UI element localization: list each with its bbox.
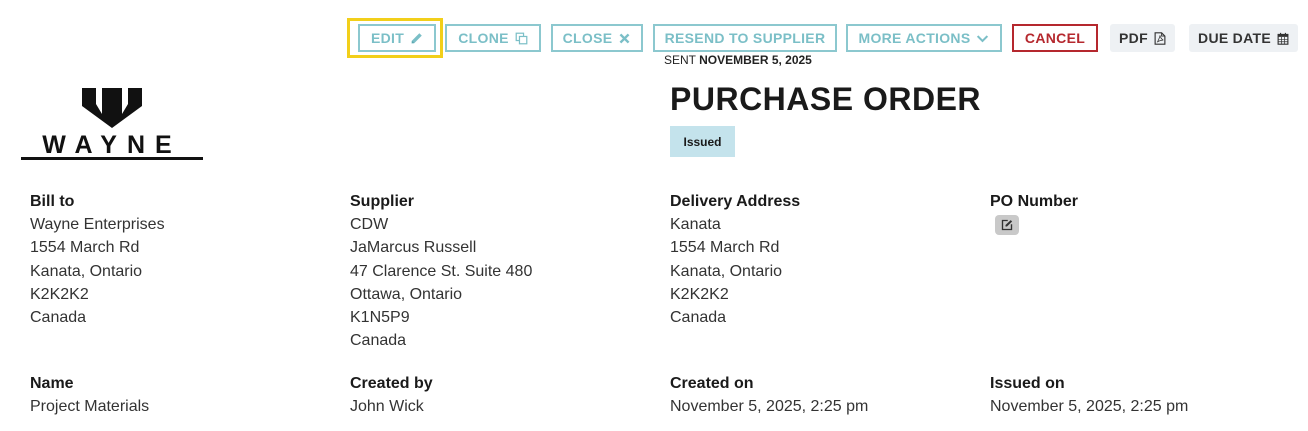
- copy-icon: [515, 32, 528, 44]
- chevron-down-icon: [977, 34, 989, 42]
- sent-prefix: SENT: [664, 53, 696, 67]
- clone-button-label: CLONE: [458, 30, 509, 46]
- more-actions-button[interactable]: MORE ACTIONS: [846, 24, 1002, 52]
- x-icon: [619, 33, 630, 43]
- edit-po-number-button[interactable]: [995, 215, 1019, 235]
- clone-button[interactable]: CLONE: [445, 24, 541, 52]
- file-pdf-icon: [1154, 31, 1166, 45]
- pdf-button[interactable]: PDF: [1110, 24, 1175, 52]
- more-actions-label: MORE ACTIONS: [858, 30, 971, 46]
- name-heading: Name: [30, 375, 74, 392]
- close-button-label: CLOSE: [562, 30, 613, 46]
- created-by-section: Created by John Wick: [350, 372, 433, 418]
- bill-to-heading: Bill to: [30, 193, 75, 210]
- supplier-line: Ottawa, Ontario: [350, 285, 463, 303]
- name-value: Project Materials: [30, 398, 150, 416]
- edit-square-icon: [1001, 219, 1013, 231]
- close-button[interactable]: CLOSE: [551, 24, 643, 52]
- pdf-button-label: PDF: [1119, 30, 1148, 46]
- delivery-address-section: Delivery Address Kanata 1554 March Rd Ka…: [670, 190, 800, 329]
- po-number-heading: PO Number: [990, 193, 1079, 210]
- issued-on-section: Issued on November 5, 2025, 2:25 pm: [990, 372, 1188, 418]
- delivery-address-line: Kanata: [670, 216, 721, 234]
- name-section: Name Project Materials: [30, 372, 149, 418]
- edit-button-label: EDIT: [370, 30, 405, 46]
- created-by-heading: Created by: [350, 375, 433, 392]
- delivery-address-line: 1554 March Rd: [670, 239, 780, 257]
- edit-button[interactable]: EDIT: [358, 24, 436, 52]
- bill-to-line: 1554 March Rd: [30, 239, 140, 257]
- status-badge: Issued: [670, 126, 735, 157]
- created-on-value: November 5, 2025, 2:25 pm: [670, 398, 869, 416]
- supplier-line: Canada: [350, 332, 407, 350]
- bill-to-section: Bill to Wayne Enterprises 1554 March Rd …: [30, 190, 165, 329]
- bill-to-line: Canada: [30, 309, 87, 327]
- resend-to-supplier-button[interactable]: RESEND TO SUPPLIER: [653, 24, 837, 52]
- sent-date: NOVEMBER 5, 2025: [699, 53, 812, 67]
- supplier-line: CDW: [350, 216, 389, 234]
- due-date-button[interactable]: DUE DATE: [1189, 24, 1298, 52]
- delivery-address-line: Canada: [670, 309, 727, 327]
- logo-text: WAYNE: [42, 131, 181, 159]
- delivery-address-heading: Delivery Address: [670, 193, 801, 210]
- bill-to-line: Wayne Enterprises: [30, 216, 165, 234]
- supplier-line: JaMarcus Russell: [350, 239, 477, 257]
- created-by-value: John Wick: [350, 398, 424, 416]
- issued-on-value: November 5, 2025, 2:25 pm: [990, 398, 1189, 416]
- po-number-section: PO Number: [990, 190, 1078, 213]
- delivery-address-line: K2K2K2: [670, 285, 729, 303]
- sent-status-line: SENT NOVEMBER 5, 2025: [664, 53, 812, 67]
- bill-to-line: K2K2K2: [30, 285, 89, 303]
- issued-on-heading: Issued on: [990, 375, 1065, 392]
- created-on-heading: Created on: [670, 375, 754, 392]
- page-title: PURCHASE ORDER: [670, 81, 982, 117]
- supplier-heading: Supplier: [350, 193, 415, 210]
- delivery-address-line: Kanata, Ontario: [670, 262, 783, 280]
- resend-button-label: RESEND TO SUPPLIER: [664, 30, 826, 46]
- supplier-section: Supplier CDW JaMarcus Russell 47 Clarenc…: [350, 190, 532, 352]
- calendar-icon: [1277, 32, 1289, 45]
- company-logo: WAYNE: [21, 88, 203, 160]
- created-on-section: Created on November 5, 2025, 2:25 pm: [670, 372, 868, 418]
- bill-to-line: Kanata, Ontario: [30, 262, 143, 280]
- supplier-line: 47 Clarence St. Suite 480: [350, 262, 533, 280]
- cancel-button[interactable]: CANCEL: [1012, 24, 1098, 52]
- due-date-button-label: DUE DATE: [1198, 30, 1271, 46]
- pencil-icon: [411, 32, 422, 43]
- supplier-line: K1N5P9: [350, 309, 410, 327]
- cancel-button-label: CANCEL: [1024, 30, 1086, 46]
